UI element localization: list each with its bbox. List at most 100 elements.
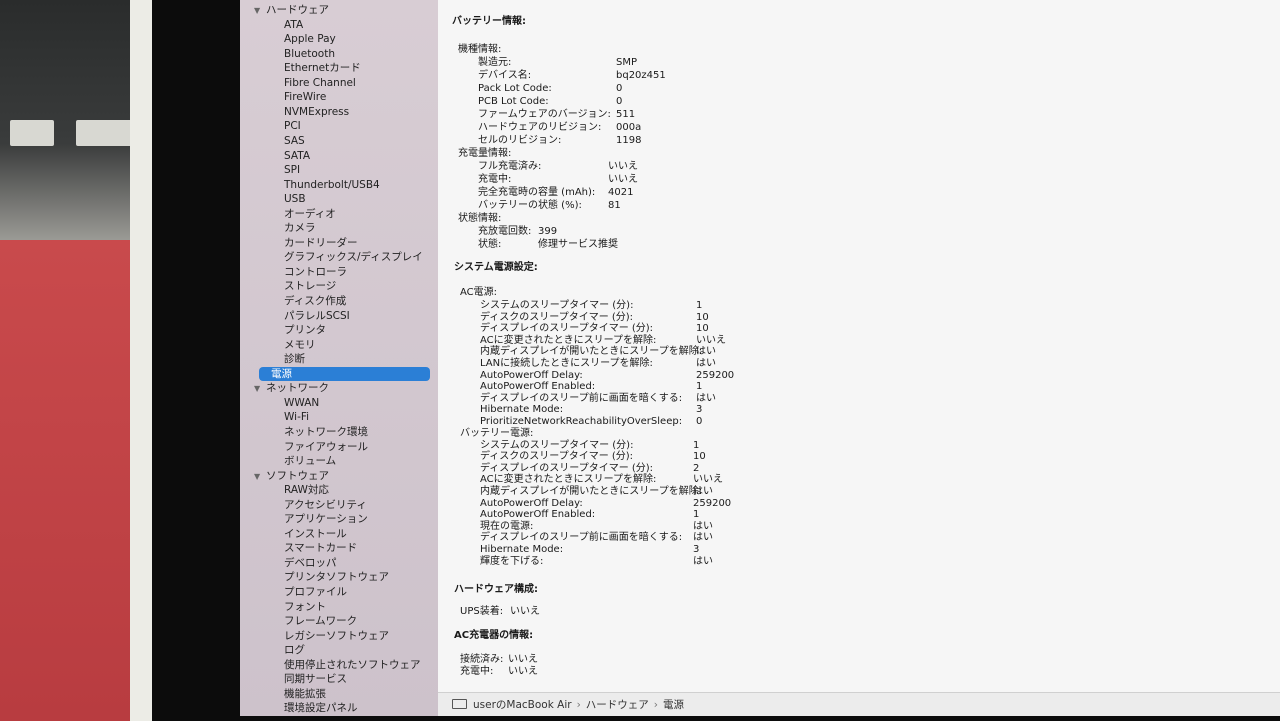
sidebar-item-label: SPI [284, 164, 301, 177]
sidebar-item-label: Thunderbolt/USB4 [284, 178, 380, 191]
sidebar-item-label: ストレージ [284, 280, 337, 293]
sidebar-item-label: ATA [284, 18, 304, 31]
info-key: AutoPowerOff Enabled: [480, 381, 596, 393]
info-value: 511 [616, 109, 636, 120]
sidebar-item[interactable]: WWAN [284, 396, 319, 410]
sidebar-item[interactable]: ディスク作成 [284, 294, 346, 308]
sidebar-item[interactable]: SPI [284, 163, 300, 177]
sidebar-item[interactable]: グラフィックス/ディスプレイ [284, 250, 423, 264]
info-value: 1198 [616, 135, 642, 146]
info-key: Pack Lot Code: [478, 83, 552, 94]
sidebar-item-label: フォント [284, 600, 326, 613]
sidebar-item-label: ネットワーク [266, 382, 329, 395]
sidebar-item-label: ボリューム [284, 455, 337, 468]
sidebar-item[interactable]: フォント [284, 600, 326, 614]
sidebar-item[interactable]: インストール [284, 527, 347, 541]
sidebar-item[interactable]: コントローラ [284, 265, 347, 279]
sidebar-item[interactable]: USB [284, 192, 306, 206]
sidebar-item[interactable]: スマートカード [284, 541, 357, 555]
info-value: 1 [693, 439, 700, 451]
sidebar-item[interactable]: ATA [284, 18, 303, 32]
sidebar-item[interactable]: ボリューム [284, 454, 336, 468]
sidebar-item[interactable]: ログ [284, 643, 305, 657]
sidebar-item[interactable]: SATA [284, 149, 310, 163]
sidebar-item[interactable]: プリンタ [284, 323, 326, 337]
sidebar-item[interactable]: Apple Pay [284, 32, 336, 46]
sidebar-item-label: Bluetooth [284, 47, 335, 60]
info-key: UPS装着: [460, 606, 504, 617]
sidebar-item[interactable]: フレームワーク [284, 614, 357, 628]
sidebar-item-label: 同期サービス [284, 673, 347, 686]
sidebar-item-label: SATA [284, 149, 311, 162]
info-value: 399 [538, 226, 558, 237]
info-value: いいえ [608, 174, 638, 185]
breadcrumb-item[interactable]: userのMacBook Air [473, 697, 572, 712]
sidebar-item-label: 機能拡張 [284, 687, 326, 700]
sidebar-item[interactable]: レガシーソフトウェア [284, 629, 389, 643]
sidebar-item-label: カードリーダー [284, 236, 358, 249]
chevron-down-icon[interactable]: ▼ [254, 382, 266, 396]
sidebar-item-label: カメラ [284, 222, 316, 235]
sidebar-group[interactable]: ▼ ソフトウェア [254, 469, 329, 483]
sidebar-item-label: ハードウェア [266, 4, 329, 16]
sidebar-item[interactable]: ストレージ [284, 279, 336, 293]
red-mat [0, 240, 140, 721]
breadcrumb-item[interactable]: 電源 [663, 697, 684, 712]
breadcrumb-item[interactable]: ハードウェア [586, 697, 649, 712]
chevron-down-icon[interactable]: ▼ [254, 4, 266, 18]
sidebar-item[interactable]: FireWire [284, 90, 326, 104]
sidebar-item[interactable]: 使用停止されたソフトウェア [284, 658, 421, 672]
info-value: 4021 [608, 187, 634, 198]
info-key: 充放電回数: [478, 226, 532, 237]
info-value: いいえ [508, 654, 538, 665]
breadcrumb-separator: › [576, 698, 581, 711]
sidebar-item-label: メモリ [284, 338, 316, 351]
info-value: いいえ [693, 474, 723, 486]
sidebar-item[interactable]: ネットワーク環境 [284, 425, 368, 439]
group-title: AC電源: [460, 287, 498, 298]
sidebar-item[interactable]: Thunderbolt/USB4 [284, 178, 380, 192]
sidebar-item[interactable]: Fibre Channel [284, 76, 356, 90]
sidebar-item[interactable]: カードリーダー [284, 236, 358, 250]
info-value: 10 [693, 451, 706, 463]
sidebar-item[interactable]: SAS [284, 134, 305, 148]
info-key: システムのスリープタイマー (分): [480, 439, 634, 451]
sidebar-item[interactable]: パラレルSCSI [284, 309, 350, 323]
sidebar-item-label: ファイアウォール [284, 440, 368, 453]
sidebar-item[interactable]: オーディオ [284, 207, 336, 221]
sidebar-group[interactable]: ▼ ネットワーク [254, 381, 329, 395]
info-key: 現在の電源: [480, 520, 534, 532]
sidebar-item[interactable]: NVMExpress [284, 105, 349, 119]
sidebar-item[interactable]: 機能拡張 [284, 687, 326, 701]
sidebar-item-selected[interactable]: 電源 [259, 366, 430, 381]
sidebar-item[interactable]: アクセシビリティ [284, 498, 367, 512]
sidebar-item[interactable]: RAW対応 [284, 483, 329, 497]
desk-paper [76, 120, 132, 146]
laptop-icon [452, 698, 467, 709]
sidebar-item[interactable]: Wi-Fi [284, 410, 309, 424]
sidebar-item[interactable]: PCI [284, 119, 301, 133]
sidebar-item[interactable]: 環境設定パネル [284, 701, 358, 715]
sidebar-item[interactable]: プロファイル [284, 585, 347, 599]
sidebar-item[interactable]: カメラ [284, 221, 316, 235]
chevron-down-icon[interactable]: ▼ [254, 470, 266, 484]
sidebar-group[interactable]: ▼ ハードウェア [254, 3, 329, 17]
sidebar-item[interactable]: Ethernetカード [284, 61, 361, 75]
sidebar-item[interactable]: メモリ [284, 338, 316, 352]
info-value: 259200 [696, 369, 735, 381]
sidebar-item[interactable]: Bluetooth [284, 47, 335, 61]
info-value: はい [693, 532, 713, 544]
info-value: はい [696, 392, 716, 404]
sidebar-item[interactable]: ファイアウォール [284, 440, 368, 454]
info-value: 0 [616, 83, 623, 94]
sidebar-item[interactable]: デベロッパ [284, 556, 337, 570]
info-key: 内蔵ディスプレイが開いたときにスリープを解除: [480, 346, 703, 358]
info-key: PrioritizeNetworkReachabilityOverSleep: [480, 416, 683, 427]
sidebar-item[interactable]: アプリケーション [284, 512, 368, 526]
sidebar-item[interactable]: 同期サービス [284, 672, 347, 686]
sidebar-item[interactable]: 診断 [284, 352, 305, 366]
info-key: システムのスリープタイマー (分): [480, 300, 634, 311]
sidebar-item-label: オーディオ [284, 207, 336, 220]
info-value: 10 [696, 323, 709, 335]
sidebar-item[interactable]: プリンタソフトウェア [284, 570, 389, 584]
